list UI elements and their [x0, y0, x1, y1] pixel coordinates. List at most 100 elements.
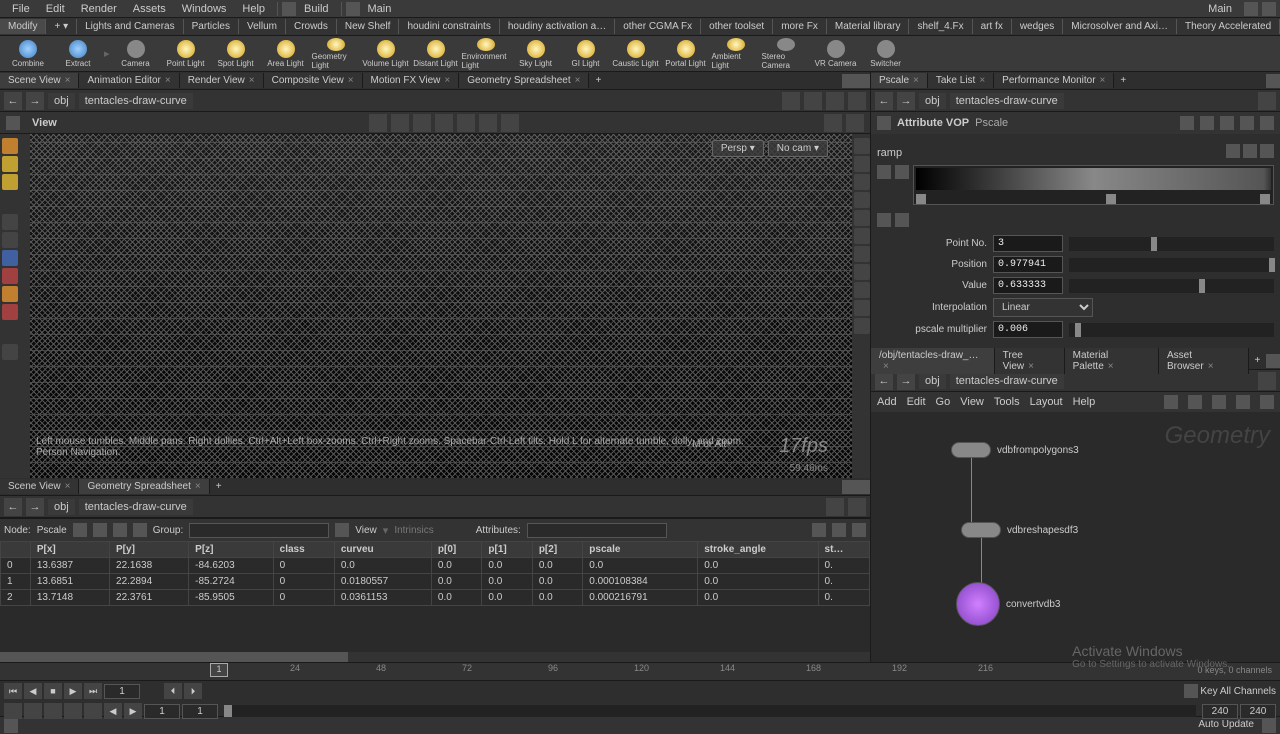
- vp-tool-rec-icon[interactable]: [2, 304, 18, 320]
- ramp-expand-icon[interactable]: [877, 213, 891, 227]
- auto-update[interactable]: Auto Update: [1198, 719, 1254, 733]
- tab-sceneview[interactable]: Scene View×: [0, 73, 79, 88]
- play-back-icon[interactable]: ◀: [24, 683, 42, 699]
- net-tab-1[interactable]: Tree View×: [995, 348, 1065, 374]
- net-menu-view[interactable]: View: [960, 396, 984, 408]
- ss-pin2-icon[interactable]: [826, 498, 844, 516]
- net-path-obj[interactable]: obj: [919, 373, 946, 389]
- table-header[interactable]: p[2]: [532, 542, 582, 558]
- tool-distantlight[interactable]: Distant Light: [412, 38, 460, 70]
- range-start-a[interactable]: [144, 704, 180, 719]
- shelf-tab-5[interactable]: houdini constraints: [399, 19, 499, 34]
- ss-path-obj[interactable]: obj: [48, 499, 75, 515]
- position-input[interactable]: [993, 256, 1063, 273]
- tool-geolight[interactable]: Geometry Light: [312, 38, 360, 70]
- node-convertvdb[interactable]: convertvdb3: [956, 582, 1060, 626]
- range-opt5-icon[interactable]: [84, 703, 102, 719]
- net-opt2-icon[interactable]: [1188, 395, 1202, 409]
- cloud-icon[interactable]: [1244, 2, 1258, 16]
- play-fwd-icon[interactable]: ▶: [64, 683, 82, 699]
- ramp-plus-icon[interactable]: [895, 165, 909, 179]
- disp-opt10-icon[interactable]: [854, 300, 870, 316]
- net-menu-tools[interactable]: Tools: [994, 396, 1020, 408]
- net-opt5-icon[interactable]: [1260, 395, 1274, 409]
- ss-filter2-icon[interactable]: [812, 523, 826, 537]
- shelf-tab-8[interactable]: other toolset: [701, 19, 773, 34]
- range-slider[interactable]: [224, 705, 1196, 717]
- status-icon[interactable]: [4, 719, 18, 733]
- shelf-tab-6[interactable]: houdiny activation a…: [500, 19, 615, 34]
- tool-vrcam[interactable]: VR Camera: [812, 38, 860, 70]
- range-next-icon[interactable]: ▶: [124, 703, 142, 719]
- net-tab-2[interactable]: Material Palette×: [1065, 348, 1159, 374]
- persp-badge[interactable]: Persp ▾: [712, 140, 764, 157]
- menu-windows[interactable]: Windows: [174, 1, 235, 17]
- range-opt3-icon[interactable]: [44, 703, 62, 719]
- ss-pin-icon[interactable]: [842, 480, 856, 494]
- param-tab-takelist[interactable]: Take List×: [928, 73, 994, 88]
- gear-icon[interactable]: [1180, 116, 1194, 130]
- intrinsics-label[interactable]: Intrinsics: [394, 525, 433, 536]
- net-menu-layout[interactable]: Layout: [1030, 396, 1063, 408]
- net-fwd-icon[interactable]: →: [897, 372, 915, 390]
- vp-tool-lock-icon[interactable]: [2, 250, 18, 266]
- table-header[interactable]: P[z]: [189, 542, 274, 558]
- vp-tool-stop-icon[interactable]: [2, 268, 18, 284]
- info-icon[interactable]: [1260, 116, 1274, 130]
- current-frame-input[interactable]: [104, 684, 140, 699]
- range-start-b[interactable]: [182, 704, 218, 719]
- ss-tab-add[interactable]: +: [210, 479, 228, 494]
- spreadsheet-hscroll[interactable]: [0, 652, 870, 662]
- ss-filter-icon[interactable]: [335, 523, 349, 537]
- step-back-icon[interactable]: ⏴: [164, 683, 182, 699]
- ss-prims-icon[interactable]: [113, 523, 127, 537]
- disp-opt7-icon[interactable]: [854, 246, 870, 262]
- last-frame-icon[interactable]: ⏭: [84, 683, 102, 699]
- table-header[interactable]: class: [273, 542, 334, 558]
- range-end-a[interactable]: [1202, 704, 1238, 719]
- param-tab-perfmon[interactable]: Performance Monitor×: [994, 73, 1114, 88]
- table-row[interactable]: 013.638722.1638-84.620300.00.00.00.00.00…: [1, 558, 870, 574]
- shelf-tab-2[interactable]: Vellum: [239, 19, 286, 34]
- shelf-modify[interactable]: Modify: [0, 19, 46, 34]
- menu-file[interactable]: File: [4, 1, 38, 17]
- timeline-playhead[interactable]: 1: [210, 663, 228, 677]
- ss-path-node[interactable]: tentacles-draw-curve: [79, 499, 193, 515]
- shelf-tab-0[interactable]: Lights and Cameras: [77, 19, 184, 34]
- table-row[interactable]: 113.685122.2894-85.272400.01805570.00.00…: [1, 574, 870, 590]
- shelf-tab-7[interactable]: other CGMA Fx: [615, 19, 701, 34]
- shelf-tab-9[interactable]: more Fx: [773, 19, 827, 34]
- shelf-tab-3[interactable]: Crowds: [286, 19, 337, 34]
- net-menu-go[interactable]: Go: [936, 396, 951, 408]
- path-opt3-icon[interactable]: [826, 92, 844, 110]
- viewport-canvas[interactable]: Persp ▾ No cam ▾ Left mouse tumbles. Mid…: [30, 134, 852, 478]
- net-menu-add[interactable]: Add: [877, 396, 897, 408]
- value-input[interactable]: [993, 277, 1063, 294]
- vp-menu-icon[interactable]: [6, 116, 20, 130]
- desktop-build[interactable]: Build: [296, 1, 336, 17]
- stop-icon[interactable]: ■: [44, 683, 62, 699]
- menu-help[interactable]: Help: [234, 1, 273, 17]
- timeline-ruler[interactable]: 1 24 48 72 96 120 144 168 192 216 0 keys…: [0, 663, 1280, 681]
- pane-max-icon[interactable]: [856, 74, 870, 88]
- vp-tool-light-icon[interactable]: [2, 286, 18, 302]
- ss-verts-icon[interactable]: [93, 523, 107, 537]
- build-icon[interactable]: [282, 2, 296, 16]
- table-header[interactable]: P[x]: [30, 542, 109, 558]
- range-end-b[interactable]: [1240, 704, 1276, 719]
- ss-opt2-icon[interactable]: [832, 523, 846, 537]
- key-icon[interactable]: [1184, 684, 1198, 698]
- tab-animeditor[interactable]: Animation Editor×: [79, 73, 179, 88]
- group-input[interactable]: [189, 523, 329, 538]
- node-vdbreshapesdf[interactable]: vdbreshapesdf3: [961, 522, 1078, 538]
- ss-max-icon[interactable]: [856, 480, 870, 494]
- table-header[interactable]: [1, 542, 31, 558]
- vp-tool-select-icon[interactable]: [2, 138, 18, 154]
- help2-icon[interactable]: [1240, 116, 1254, 130]
- tool-spotlight[interactable]: Spot Light: [212, 38, 260, 70]
- vp-opt-icon[interactable]: [501, 114, 519, 132]
- ss-help-icon[interactable]: [852, 523, 866, 537]
- point-no-input[interactable]: [993, 235, 1063, 252]
- disp-opt6-icon[interactable]: [854, 228, 870, 244]
- nocam-badge[interactable]: No cam ▾: [768, 140, 828, 157]
